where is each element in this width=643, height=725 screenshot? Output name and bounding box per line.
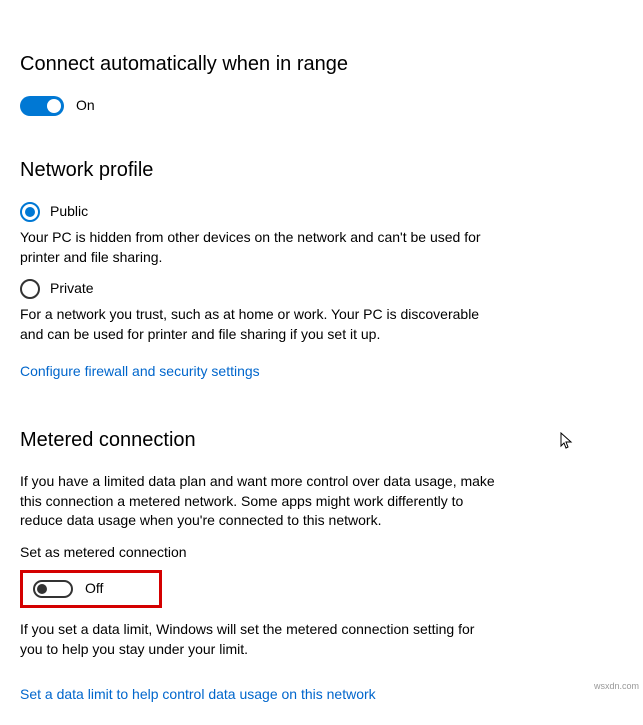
private-description: For a network you trust, such as at home… xyxy=(20,305,500,344)
watermark: wsxdn.com xyxy=(594,680,639,693)
connect-auto-title: Connect automatically when in range xyxy=(20,50,623,78)
public-description: Your PC is hidden from other devices on … xyxy=(20,228,500,267)
metered-description: If you have a limited data plan and want… xyxy=(20,472,500,531)
firewall-link[interactable]: Configure firewall and security settings xyxy=(20,362,260,382)
network-profile-title: Network profile xyxy=(20,156,623,184)
metered-toggle[interactable] xyxy=(33,580,73,598)
metered-highlight: Off xyxy=(20,570,162,608)
limit-description: If you set a data limit, Windows will se… xyxy=(20,620,500,659)
data-limit-link[interactable]: Set a data limit to help control data us… xyxy=(20,685,376,705)
connect-auto-toggle-label: On xyxy=(76,96,95,116)
radio-private-label: Private xyxy=(50,279,94,299)
radio-private[interactable] xyxy=(20,279,40,299)
radio-private-row: Private xyxy=(20,279,623,299)
radio-public[interactable] xyxy=(20,202,40,222)
radio-public-row: Public xyxy=(20,202,623,222)
connect-auto-toggle-row: On xyxy=(20,96,623,116)
radio-public-label: Public xyxy=(50,202,88,222)
metered-sub-label: Set as metered connection xyxy=(20,543,623,563)
metered-title: Metered connection xyxy=(20,426,623,454)
metered-toggle-label: Off xyxy=(85,579,103,599)
connect-auto-toggle[interactable] xyxy=(20,96,64,116)
